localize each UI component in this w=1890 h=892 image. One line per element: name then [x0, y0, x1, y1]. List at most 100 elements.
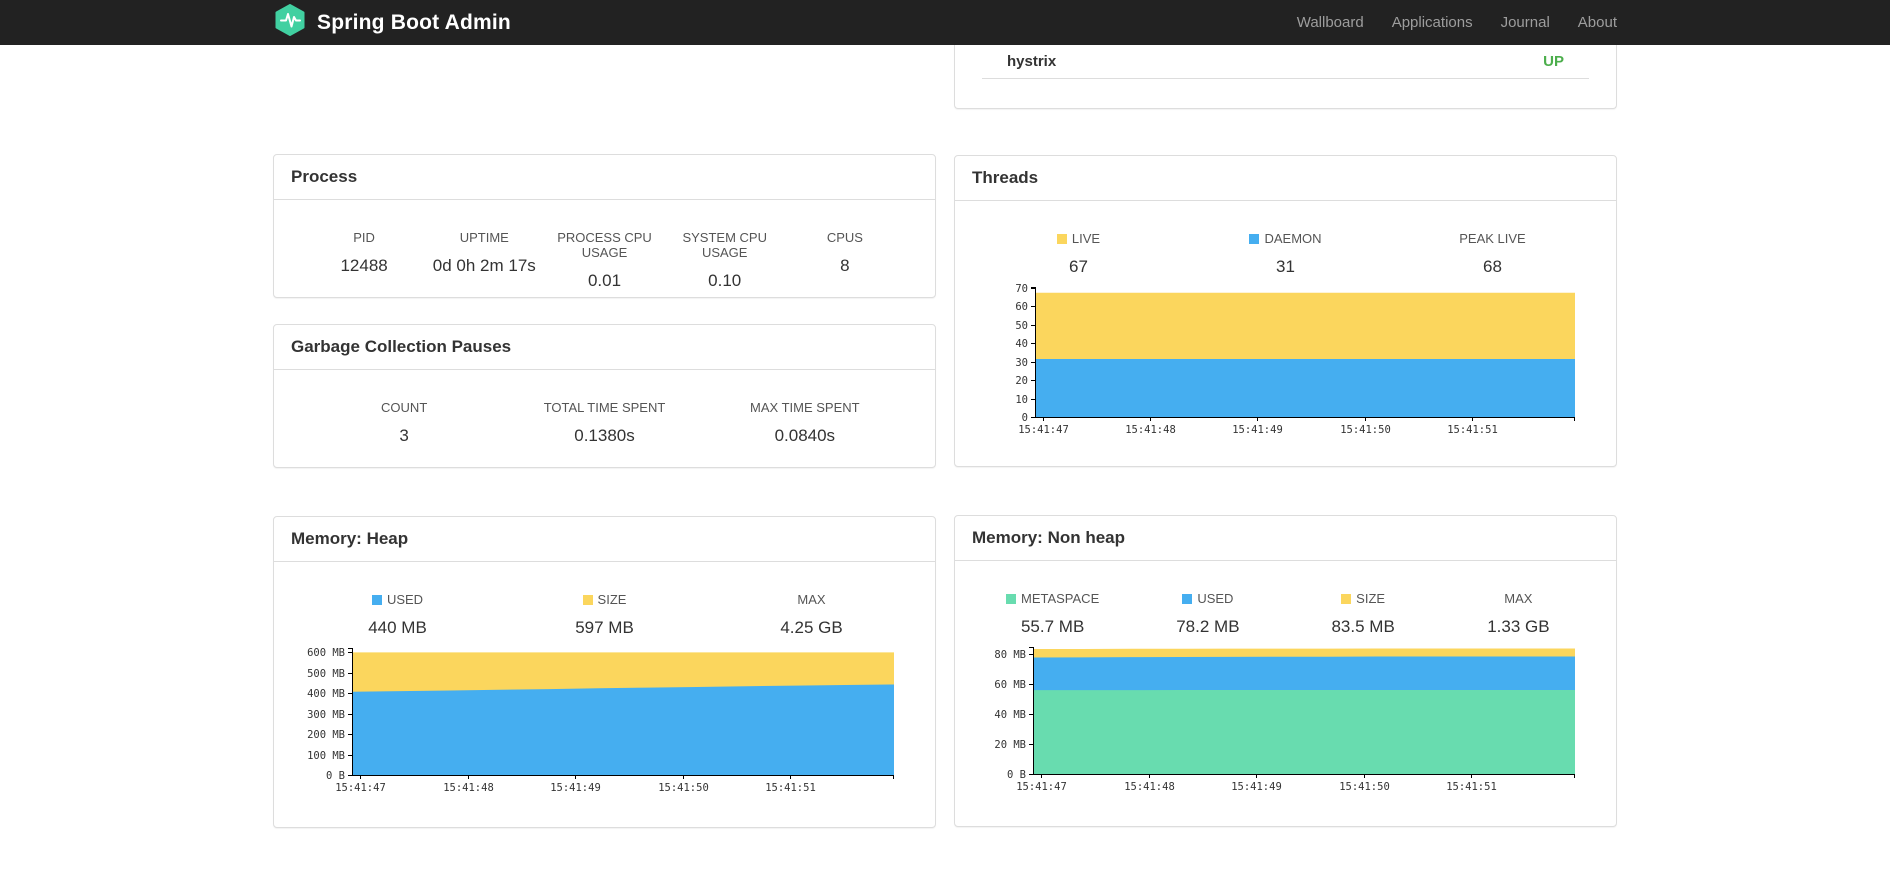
legend-value: 597 MB [575, 618, 634, 637]
svg-text:20: 20 [1015, 375, 1028, 387]
legend-max: MAX 4.25 GB [708, 592, 915, 638]
svg-text:0 B: 0 B [326, 770, 345, 782]
svg-text:15:41:47: 15:41:47 [335, 782, 386, 794]
memory-heap-panel-title: Memory: Heap [291, 529, 409, 548]
navbar-inner: Spring Boot Admin Wallboard Applications… [273, 0, 1617, 45]
threads-panel-title: Threads [972, 168, 1039, 187]
metric-value: 0.0840s [774, 426, 836, 445]
metric-label: UPTIME [459, 230, 509, 245]
health-status-badge: UP [1543, 53, 1564, 70]
gc-panel: Garbage Collection Pauses COUNT 3 TOTAL … [273, 324, 936, 468]
process-panel: Process PID 12488 UPTIME 0d 0h 2m 17s PR… [273, 154, 936, 298]
metric-value: 12488 [340, 256, 388, 275]
metric-label: COUNT [381, 400, 428, 415]
metric-label: PID [353, 230, 375, 245]
threads-chart: 0 10 20 30 40 50 60 70 15:41:47 15:41:48 15:41:49 1… [955, 277, 1616, 441]
memory-nonheap-panel-title: Memory: Non heap [972, 528, 1126, 547]
svg-text:100 MB: 100 MB [307, 750, 345, 762]
navbar-links: Wallboard Applications Journal About [1283, 0, 1617, 45]
live-swatch-icon [1056, 234, 1067, 244]
legend-used: USED 78.2 MB [1130, 591, 1285, 637]
metric-value: 8 [840, 256, 850, 275]
nav-wallboard[interactable]: Wallboard [1283, 0, 1378, 45]
metric-label: CPUS [826, 230, 863, 245]
brand[interactable]: Spring Boot Admin [273, 3, 511, 42]
spring-boot-admin-logo-icon [273, 3, 307, 42]
svg-text:60 MB: 60 MB [994, 679, 1026, 691]
svg-text:15:41:47: 15:41:47 [1016, 781, 1067, 793]
legend-label: METASPACE [1020, 591, 1100, 606]
svg-text:400 MB: 400 MB [307, 688, 345, 700]
metric-label: PROCESS CPU USAGE [557, 230, 652, 260]
brand-title: Spring Boot Admin [317, 10, 511, 34]
legend-label: SIZE [597, 592, 627, 607]
metric-gc-count: COUNT 3 [304, 400, 504, 446]
legend-value: 68 [1483, 257, 1502, 276]
legend-label: MAX [1504, 591, 1533, 606]
legend-used: USED 440 MB [294, 592, 501, 638]
metric-label: MAX TIME SPENT [750, 400, 860, 415]
legend-value: 83.5 MB [1331, 617, 1395, 636]
legend-value: 1.33 GB [1487, 617, 1550, 636]
health-panel-partial: hystrix UP [954, 45, 1617, 109]
memory-nonheap-panel-heading: Memory: Non heap [955, 516, 1616, 561]
process-panel-title: Process [291, 167, 358, 186]
legend-label: SIZE [1356, 591, 1386, 606]
metric-value: 0d 0h 2m 17s [432, 256, 536, 275]
nav-about[interactable]: About [1564, 0, 1617, 45]
svg-text:600 MB: 600 MB [307, 647, 345, 659]
metric-process-cpu-usage: PROCESS CPU USAGE 0.01 [544, 230, 664, 291]
memory-nonheap-chart: 0 B 20 MB 40 MB 60 MB 80 MB 15:41:47 15:41:48 1… [955, 637, 1616, 798]
legend-value: 78.2 MB [1176, 617, 1240, 636]
svg-text:200 MB: 200 MB [307, 729, 345, 741]
svg-text:15:41:47: 15:41:47 [1018, 424, 1069, 436]
legend-size: SIZE 597 MB [501, 592, 708, 638]
legend-value: 55.7 MB [1020, 617, 1085, 636]
legend-live: LIVE 67 [975, 231, 1182, 277]
legend-max: MAX 1.33 GB [1441, 591, 1596, 637]
left-column: Process PID 12488 UPTIME 0d 0h 2m 17s PR… [273, 45, 936, 828]
metric-value: 0.10 [708, 271, 742, 290]
svg-text:15:41:49: 15:41:49 [1232, 424, 1283, 436]
svg-text:30: 30 [1015, 357, 1028, 369]
metric-value: 0.01 [587, 271, 622, 290]
legend-peak-live: PEAK LIVE 68 [1389, 231, 1596, 277]
right-column: hystrix UP Threads LIVE 67 DAEMON 31 PEA… [954, 45, 1617, 827]
main-content: Process PID 12488 UPTIME 0d 0h 2m 17s PR… [273, 45, 1617, 828]
gc-panel-heading: Garbage Collection Pauses [274, 325, 935, 370]
metric-value: 3 [399, 426, 409, 445]
svg-text:15:41:48: 15:41:48 [1125, 424, 1176, 436]
memory-heap-legend: USED 440 MB SIZE 597 MB MAX 4.25 GB [274, 562, 935, 638]
svg-text:15:41:49: 15:41:49 [1231, 781, 1282, 793]
svg-text:20 MB: 20 MB [994, 739, 1026, 751]
metric-system-cpu-usage: SYSTEM CPU USAGE 0.10 [665, 230, 785, 291]
legend-metaspace: METASPACE 55.7 MB [975, 591, 1130, 637]
nav-journal[interactable]: Journal [1487, 0, 1564, 45]
metric-label: TOTAL TIME SPENT [543, 400, 666, 415]
legend-label: USED [386, 592, 424, 607]
threads-legend: LIVE 67 DAEMON 31 PEAK LIVE 68 [955, 201, 1616, 277]
legend-label: USED [1197, 591, 1234, 606]
svg-text:15:41:50: 15:41:50 [658, 782, 709, 794]
svg-text:10: 10 [1015, 394, 1028, 406]
memory-heap-panel: Memory: Heap USED 440 MB SIZE 597 MB MAX… [273, 516, 936, 828]
svg-text:40 MB: 40 MB [994, 709, 1026, 721]
svg-text:15:41:48: 15:41:48 [1124, 781, 1175, 793]
svg-text:500 MB: 500 MB [307, 668, 345, 680]
size-swatch-icon [1341, 594, 1352, 604]
svg-text:15:41:49: 15:41:49 [550, 782, 601, 794]
legend-size: SIZE 83.5 MB [1286, 591, 1441, 637]
health-row-hystrix[interactable]: hystrix UP [982, 45, 1589, 79]
memory-nonheap-panel: Memory: Non heap METASPACE 55.7 MB USED … [954, 515, 1617, 827]
svg-text:70: 70 [1015, 283, 1028, 295]
legend-label: PEAK LIVE [1459, 231, 1526, 246]
svg-text:300 MB: 300 MB [307, 709, 345, 721]
nav-applications[interactable]: Applications [1378, 0, 1487, 45]
svg-text:0: 0 [1022, 412, 1028, 424]
size-swatch-icon [582, 595, 593, 605]
gc-panel-title: Garbage Collection Pauses [291, 337, 512, 356]
legend-value: 31 [1276, 257, 1295, 276]
svg-text:15:41:50: 15:41:50 [1339, 781, 1390, 793]
memory-heap-chart: 0 B 100 MB 200 MB 300 MB 400 MB 500 MB 600 MB 1… [274, 638, 935, 799]
threads-panel: Threads LIVE 67 DAEMON 31 PEAK LIVE 68 0… [954, 155, 1617, 467]
